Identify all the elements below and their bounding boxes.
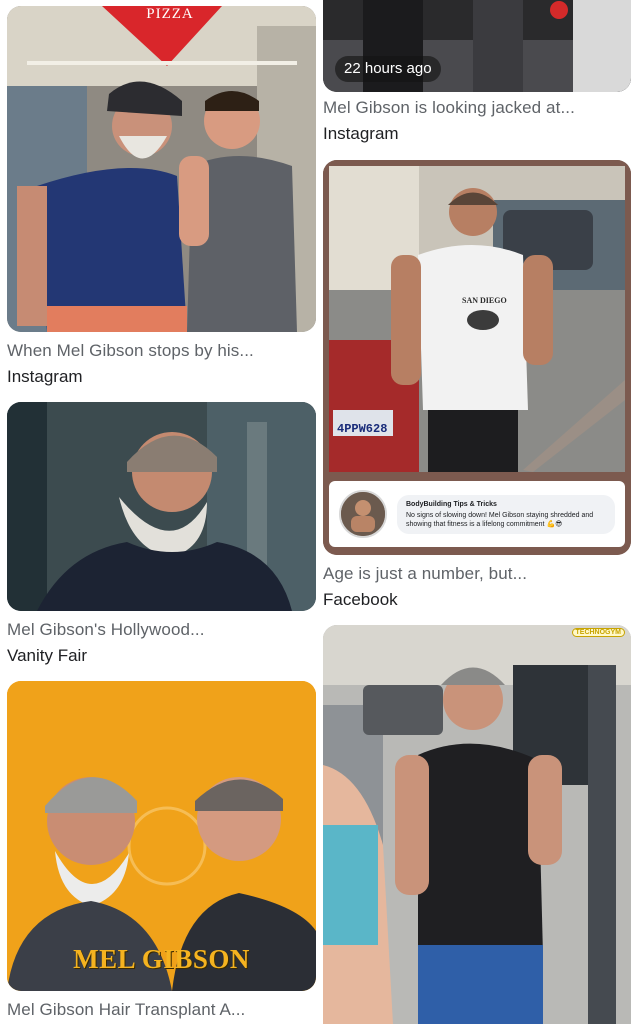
result-source: Vanity Fair — [7, 646, 87, 665]
result-thumbnail[interactable]: SAN DIEGO 4PPW628 BodyBuilding Tips & Tr… — [323, 160, 631, 555]
result-card-hair-transplant[interactable]: MEL GIBSON Mel Gibson Hair Transplant A.… — [7, 681, 316, 1021]
result-card-pizza-shop[interactable]: PIZZA When Mel Gibson stops by his... In… — [7, 6, 316, 388]
result-thumbnail[interactable]: TECHNOGYM — [323, 625, 631, 1024]
result-card-vanity-fair[interactable]: Mel Gibson's Hollywood... Vanity Fair — [7, 402, 316, 667]
image-results-grid: PIZZA When Mel Gibson stops by his... In… — [0, 0, 638, 1024]
result-thumbnail[interactable]: PIZZA — [7, 6, 316, 332]
avatar — [339, 490, 387, 538]
hollywood-portrait-photo — [7, 402, 316, 611]
result-source: Instagram — [323, 124, 399, 143]
gym-photo — [323, 625, 631, 1024]
result-thumbnail[interactable]: MEL GIBSON — [7, 681, 316, 991]
result-source: Facebook — [323, 590, 398, 609]
facebook-post-snippet: BodyBuilding Tips & Tricks No signs of s… — [329, 481, 625, 547]
result-source: Instagram — [7, 367, 83, 386]
pizza-shop-photo — [7, 6, 316, 332]
bodybuilder-avatar-icon — [341, 492, 385, 536]
result-card-instagram-jacked[interactable]: 22 hours ago Mel Gibson is looking jacke… — [323, 0, 631, 145]
post-text: No signs of slowing down! Mel Gibson sta… — [406, 511, 594, 528]
result-title[interactable]: Age is just a number, but... — [323, 563, 631, 585]
pizza-sign-text: PIZZA — [146, 6, 194, 22]
result-title[interactable]: Mel Gibson's Hollywood... — [7, 619, 316, 641]
tank-print-text: SAN DIEGO — [462, 296, 507, 305]
result-card-gym[interactable]: TECHNOGYM — [323, 625, 631, 1024]
result-thumbnail[interactable]: 22 hours ago — [323, 0, 631, 92]
license-plate-text: 4PPW628 — [337, 422, 388, 436]
result-title[interactable]: Mel Gibson Hair Transplant A... — [7, 999, 316, 1021]
result-title[interactable]: When Mel Gibson stops by his... — [7, 340, 316, 362]
result-thumbnail[interactable] — [7, 402, 316, 611]
result-card-facebook[interactable]: SAN DIEGO 4PPW628 BodyBuilding Tips & Tr… — [323, 160, 631, 611]
post-author: BodyBuilding Tips & Tricks — [406, 500, 497, 508]
result-title[interactable]: Mel Gibson is looking jacked at... — [323, 97, 631, 119]
gym-brand-tag: TECHNOGYM — [571, 628, 625, 637]
time-badge: 22 hours ago — [335, 56, 441, 82]
post-bubble: BodyBuilding Tips & Tricks No signs of s… — [397, 494, 615, 534]
overlay-title: MEL GIBSON — [73, 944, 250, 974]
